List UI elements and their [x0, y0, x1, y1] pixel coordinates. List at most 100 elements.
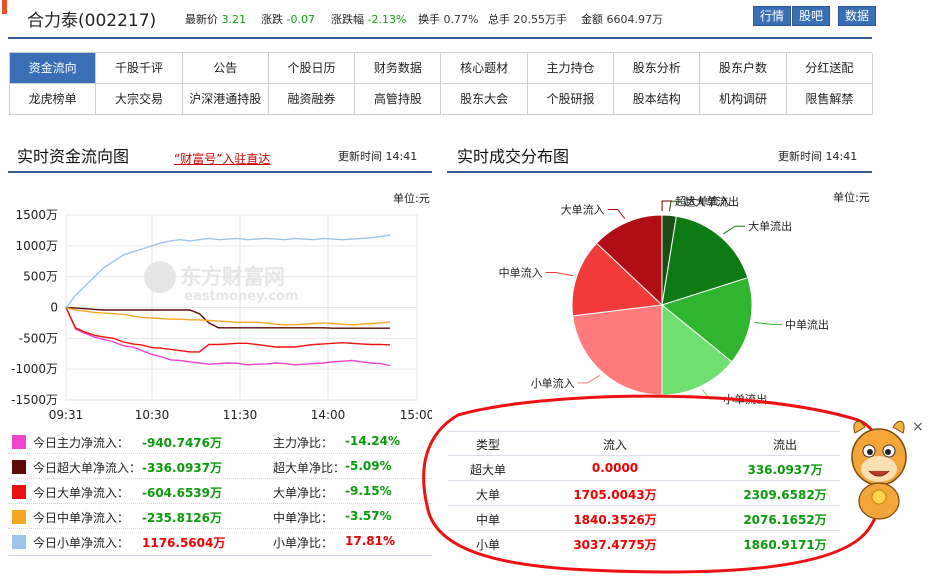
legend-swatch-main	[12, 435, 26, 449]
legend-divider	[8, 453, 432, 454]
header-divider	[8, 37, 872, 39]
flow-section-title: 实时资金流向图	[17, 147, 130, 166]
tab-block-trades[interactable]: 大宗交易	[96, 84, 183, 115]
tab-executive-holdings[interactable]: 高管持股	[355, 84, 442, 115]
tab-stock-connect[interactable]: 沪深港通持股	[182, 84, 269, 115]
chart-x-tick: 10:30	[135, 408, 170, 422]
legend-value-small: 1176.5604万	[142, 536, 226, 550]
chart-y-tick: -500万	[19, 331, 58, 345]
legend-value-large: -604.6539万	[142, 486, 222, 500]
legend-ratio-large: -9.15%	[345, 484, 392, 498]
legend-label-large: 今日大单净流入：	[33, 486, 130, 500]
chart-x-tick: 09:31	[49, 408, 84, 422]
pie-label: 大单流出	[748, 219, 792, 233]
tab-announcements[interactable]: 公告	[182, 53, 269, 84]
stock-header: 合力泰(002217) 最新价 3.21 涨跌 -0.07 涨跌幅 -2.13%…	[0, 0, 938, 38]
flow-section-divider	[8, 171, 432, 173]
chart-x-tick: 14:00	[311, 408, 346, 422]
legend-ratio-label-medium: 中单净比：	[273, 511, 334, 525]
chart-y-tick: -1500万	[11, 393, 58, 407]
tab-core-themes[interactable]: 核心题材	[441, 53, 528, 84]
legend-ratio-label-small: 小单净比：	[273, 536, 334, 550]
pie-label: 小单流入	[531, 376, 575, 390]
quote-amount: 金额 6604.97万	[581, 13, 663, 26]
pie-leader-line	[545, 272, 573, 277]
legend-value-main: -940.7476万	[142, 436, 222, 450]
promo-link[interactable]: “财富号”入驻直达	[174, 150, 270, 167]
tab-financial-data[interactable]: 财务数据	[355, 53, 442, 84]
quote-latest-price: 最新价 3.21	[185, 13, 246, 26]
annotation-ellipse	[422, 394, 887, 574]
fund-flow-chart: 东方财富网 eastmoney.com 1500万 1000万 500万 0 -500万…	[11, 208, 432, 422]
pie-label: 中单流出	[785, 317, 829, 331]
legend-label-super: 今日超大单净流入：	[33, 461, 142, 475]
pie-leader-line	[577, 374, 600, 384]
chart-y-tick: -1000万	[11, 362, 58, 376]
distribution-pie-chart: 超大单流出大单流出中单流出小单流出小单流入中单流入大单流入超大单流入	[499, 194, 829, 405]
legend-ratio-label-super: 超大单净比：	[273, 461, 346, 475]
corner-marker	[2, 0, 7, 14]
legend-bottom-divider	[8, 555, 432, 556]
tab-shareholder-analysis[interactable]: 股东分析	[614, 53, 701, 84]
flow-update-time: 更新时间 14:41	[338, 150, 418, 163]
tab-shareholder-count[interactable]: 股东户数	[700, 53, 787, 84]
legend-divider	[8, 503, 432, 504]
tab-fund-flow[interactable]: 资金流向	[10, 53, 97, 84]
legend-swatch-medium	[12, 510, 26, 524]
tab-dragon-tiger[interactable]: 龙虎榜单	[10, 84, 97, 115]
chart-y-tick: 0	[50, 301, 58, 315]
watermark-text: 东方财富网	[180, 265, 285, 289]
tab-share-structure[interactable]: 股本结构	[614, 84, 701, 115]
watermark-subtext: eastmoney.com	[184, 289, 299, 304]
pie-leader-line	[723, 225, 746, 235]
legend-ratio-label-large: 大单净比：	[273, 486, 334, 500]
pie-leader-line	[607, 209, 626, 220]
annotation-circle	[422, 394, 887, 574]
pie-leader-line	[754, 322, 782, 325]
tab-stock-calendar[interactable]: 个股日历	[268, 53, 356, 84]
legend-label-medium: 今日中单净流入：	[33, 511, 130, 525]
dist-update-time: 更新时间 14:41	[778, 150, 858, 163]
legend-ratio-medium: -3.57%	[345, 509, 392, 523]
dist-section-divider	[447, 171, 872, 173]
tab-dividends[interactable]: 分红送配	[786, 53, 873, 84]
legend-ratio-main: -14.24%	[345, 434, 400, 448]
chart-y-tick: 1500万	[15, 208, 58, 222]
tab-margin-trading[interactable]: 融资融券	[268, 84, 356, 115]
legend-swatch-large	[12, 485, 26, 499]
stock-name: 合力泰(002217)	[27, 11, 157, 31]
mascot-ox-icon[interactable]	[845, 415, 917, 525]
legend-label-small: 今日小单净流入：	[33, 536, 130, 550]
forum-button[interactable]: 股吧	[792, 6, 831, 26]
chart-y-tick: 500万	[23, 270, 58, 284]
quote-volume: 总手 20.55万手	[488, 13, 567, 26]
legend-label-main: 今日主力净流入：	[33, 436, 130, 450]
pie-label: 中单流入	[499, 266, 543, 280]
tab-main-holdings[interactable]: 主力持仓	[527, 53, 615, 84]
nav-tabs: 资金流向 千股千评 公告 个股日历 财务数据 核心题材 主力持仓 股东分析 股东…	[9, 52, 873, 115]
legend-swatch-super	[12, 460, 26, 474]
legend-ratio-small: 17.81%	[345, 534, 395, 548]
legend-value-super: -336.0937万	[142, 461, 222, 475]
legend-value-medium: -235.8126万	[142, 511, 222, 525]
tab-shareholder-meeting[interactable]: 股东大会	[441, 84, 528, 115]
legend-divider	[8, 528, 432, 529]
tab-research-reports[interactable]: 个股研报	[527, 84, 615, 115]
tab-lockup-expiry[interactable]: 限售解禁	[786, 84, 873, 115]
watermark-logo-icon	[144, 261, 176, 293]
pie-label: 超大单流入	[675, 194, 730, 208]
data-button[interactable]: 数据	[838, 6, 877, 26]
quote-change: 涨跌 -0.07	[261, 13, 315, 26]
legend-ratio-super: -5.09%	[345, 459, 392, 473]
legend-divider	[8, 478, 432, 479]
quote-change-pct: 涨跌幅 -2.13%	[331, 13, 407, 26]
close-icon[interactable]: ×	[912, 419, 924, 435]
chart-y-tick: 1000万	[15, 239, 58, 253]
pie-label: 大单流入	[561, 203, 605, 217]
tab-stock-comments[interactable]: 千股千评	[96, 53, 183, 84]
tab-institutional-research[interactable]: 机构调研	[700, 84, 787, 115]
legend-swatch-small	[12, 535, 26, 549]
quote-turnover: 换手 0.77%	[418, 13, 479, 26]
quote-button[interactable]: 行情	[753, 6, 792, 26]
dist-section-title: 实时成交分布图	[457, 147, 570, 166]
